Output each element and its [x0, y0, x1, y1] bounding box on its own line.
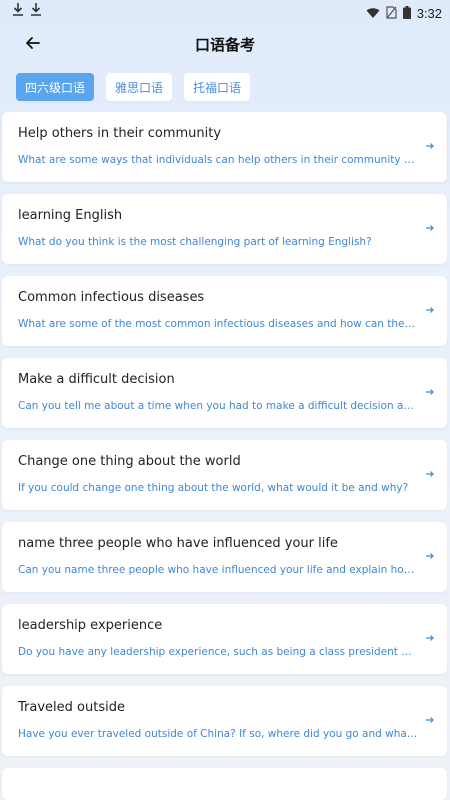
topic-card[interactable]: name three people who have influenced yo…: [2, 522, 447, 592]
topic-card[interactable]: Common infectious diseases What are some…: [2, 276, 447, 346]
topic-question: Can you tell me about a time when you ha…: [18, 400, 418, 412]
page-title: 口语备考: [194, 36, 255, 54]
clock: 3:32: [416, 6, 442, 21]
topic-card[interactable]: leadership experience Do you have any le…: [2, 604, 447, 674]
system-status: 3:32: [366, 4, 442, 23]
topic-title: name three people who have influenced yo…: [18, 536, 338, 551]
topic-title: Common infectious diseases: [18, 290, 205, 305]
tab-toefl-speaking[interactable]: 托福口语: [184, 73, 251, 101]
download-icon: [30, 2, 42, 18]
topic-card[interactable]: Make a difficult decision Can you tell m…: [2, 358, 447, 428]
topic-question: What are some of the most common infecti…: [18, 318, 418, 330]
topic-title: Change one thing about the world: [18, 454, 241, 469]
topic-question: What do you think is the most challengin…: [18, 236, 372, 248]
topic-card[interactable]: Change one thing about the world If you …: [2, 440, 447, 510]
no-sim-icon: [386, 4, 397, 23]
topic-card[interactable]: learning English What do you think is th…: [2, 194, 447, 264]
topic-question: If you could change one thing about the …: [18, 482, 409, 494]
topic-card[interactable]: [2, 768, 447, 800]
topic-title: leadership experience: [18, 618, 163, 633]
arrow-right-icon: [425, 136, 435, 149]
topic-title: Make a difficult decision: [18, 372, 175, 387]
arrow-right-icon: [425, 710, 435, 723]
topic-question: Can you name three people who have influ…: [18, 564, 418, 576]
arrow-right-icon: [425, 382, 435, 395]
tab-ielts-speaking[interactable]: 雅思口语: [106, 73, 173, 101]
status-bar: 3:32: [0, 0, 450, 26]
topic-question: What are some ways that individuals can …: [18, 154, 418, 166]
topic-card[interactable]: Help others in their community What are …: [2, 112, 447, 182]
topic-title: learning English: [18, 208, 123, 223]
arrow-right-icon: [425, 300, 435, 313]
topic-card[interactable]: Traveled outside Have you ever traveled …: [2, 686, 447, 756]
arrow-right-icon: [425, 218, 435, 231]
battery-icon: [402, 4, 411, 23]
app-header: 口语备考: [0, 26, 450, 64]
category-tabs: 四六级口语 雅思口语 托福口语: [16, 73, 251, 101]
topic-question: Have you ever traveled outside of China?…: [18, 728, 418, 740]
arrow-right-icon: [425, 628, 435, 641]
topic-title: Help others in their community: [18, 126, 222, 141]
topic-question: Do you have any leadership experience, s…: [18, 646, 418, 658]
arrow-right-icon: [425, 546, 435, 559]
arrow-right-icon: [425, 464, 435, 477]
tab-cet-speaking[interactable]: 四六级口语: [16, 73, 95, 101]
notification-icons: [12, 2, 42, 18]
download-icon: [12, 2, 24, 18]
topic-title: Traveled outside: [18, 700, 125, 715]
wifi-icon: [366, 4, 380, 23]
